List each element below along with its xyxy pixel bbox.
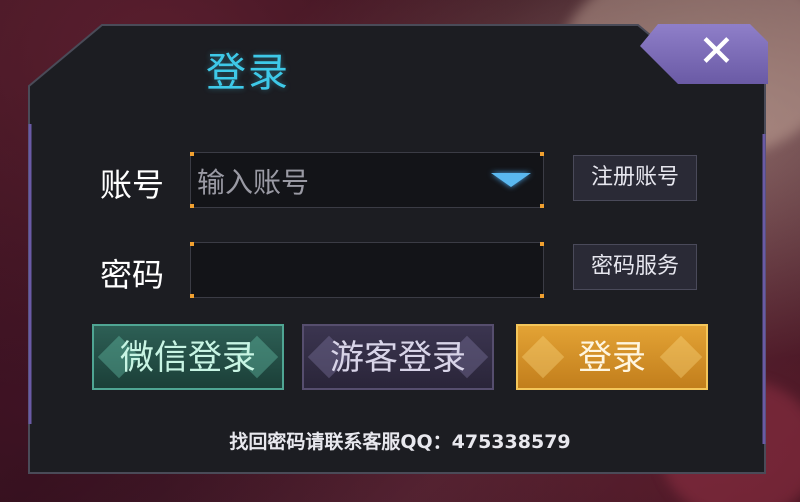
wechat-login-button[interactable]: 微信登录	[92, 324, 284, 390]
close-icon: ✕	[698, 26, 735, 77]
input-corner-accent	[190, 294, 194, 298]
input-corner-accent	[540, 242, 544, 246]
dialog-title: 登录	[206, 50, 290, 96]
password-service-button[interactable]: 密码服务	[573, 244, 697, 290]
game-background: 登录 ✕ 账号 输入账号 注册账号 密码 密码服务 微信登录 游客登录 登录 找…	[0, 0, 800, 502]
account-placeholder: 输入账号	[197, 166, 310, 199]
input-corner-accent	[540, 204, 544, 208]
input-corner-accent	[190, 242, 194, 246]
input-corner-accent	[190, 152, 194, 156]
password-input[interactable]	[190, 242, 544, 298]
account-label: 账号	[100, 166, 165, 204]
button-decoration	[659, 335, 703, 379]
guest-login-label: 游客登录	[330, 338, 466, 378]
wechat-login-label: 微信登录	[120, 338, 256, 378]
login-button[interactable]: 登录	[516, 324, 708, 390]
input-corner-accent	[190, 204, 194, 208]
support-contact-text: 找回密码请联系客服QQ：475338579	[229, 431, 571, 453]
input-corner-accent	[540, 152, 544, 156]
guest-login-button[interactable]: 游客登录	[302, 324, 494, 390]
password-label: 密码	[100, 256, 165, 294]
chevron-down-icon[interactable]	[491, 173, 531, 187]
account-input[interactable]: 输入账号	[190, 152, 544, 208]
input-corner-accent	[540, 294, 544, 298]
button-decoration	[521, 335, 565, 379]
register-account-button[interactable]: 注册账号	[573, 155, 697, 201]
login-label: 登录	[578, 338, 646, 378]
